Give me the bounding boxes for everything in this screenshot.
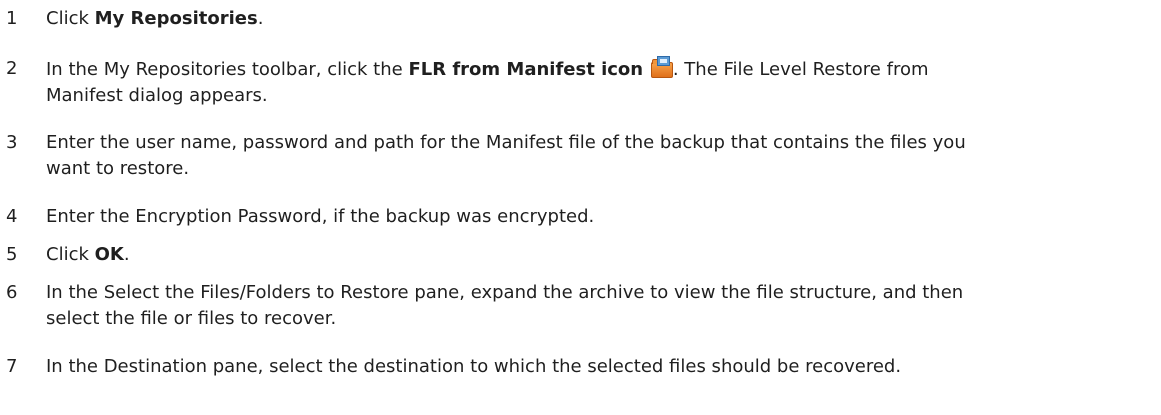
step-number: 7 bbox=[6, 356, 18, 377]
flr-from-manifest-folder-icon bbox=[650, 56, 673, 78]
step-text-plain: . bbox=[123, 244, 130, 265]
step-text-plain: . bbox=[257, 8, 264, 29]
step-text: In the Select the Files/Folders to Resto… bbox=[46, 280, 1158, 332]
step-text-plain: Enter the user name, password and path f… bbox=[46, 132, 966, 153]
step-number: 4 bbox=[6, 206, 18, 227]
step-text-plain: select the file or files to recover. bbox=[46, 308, 337, 329]
step-text-plain: Enter the Encryption Password, if the ba… bbox=[46, 206, 595, 227]
step-text: Enter the user name, password and path f… bbox=[46, 130, 1158, 182]
step-text-plain: . The File Level Restore from bbox=[672, 59, 929, 80]
ui-term-ok: OK bbox=[94, 244, 124, 265]
step-text: In the My Repositories toolbar, click th… bbox=[46, 56, 1158, 109]
step-text-plain: Click bbox=[46, 244, 95, 265]
step-text: Click My Repositories. bbox=[46, 6, 1158, 32]
step-text-plain: In the Select the Files/Folders to Resto… bbox=[46, 282, 964, 303]
step-text-plain: want to restore. bbox=[46, 158, 190, 179]
step-number: 3 bbox=[6, 132, 18, 153]
step-text: Click OK. bbox=[46, 242, 1158, 268]
ui-term-flr-from-manifest-icon: FLR from Manifest icon bbox=[408, 59, 644, 80]
step-text-plain: In the My Repositories toolbar, click th… bbox=[46, 59, 409, 80]
step-number: 5 bbox=[6, 244, 18, 265]
step-text: Enter the Encryption Password, if the ba… bbox=[46, 204, 1158, 230]
ui-term-my-repositories: My Repositories bbox=[94, 8, 258, 29]
step-text: In the Destination pane, select the dest… bbox=[46, 354, 1158, 380]
step-text-plain: Manifest dialog appears. bbox=[46, 85, 268, 106]
step-number: 6 bbox=[6, 282, 18, 303]
step-text-plain: Click bbox=[46, 8, 95, 29]
step-number: 1 bbox=[6, 8, 18, 29]
step-number: 2 bbox=[6, 58, 18, 79]
step-text-plain: In the Destination pane, select the dest… bbox=[46, 356, 902, 377]
